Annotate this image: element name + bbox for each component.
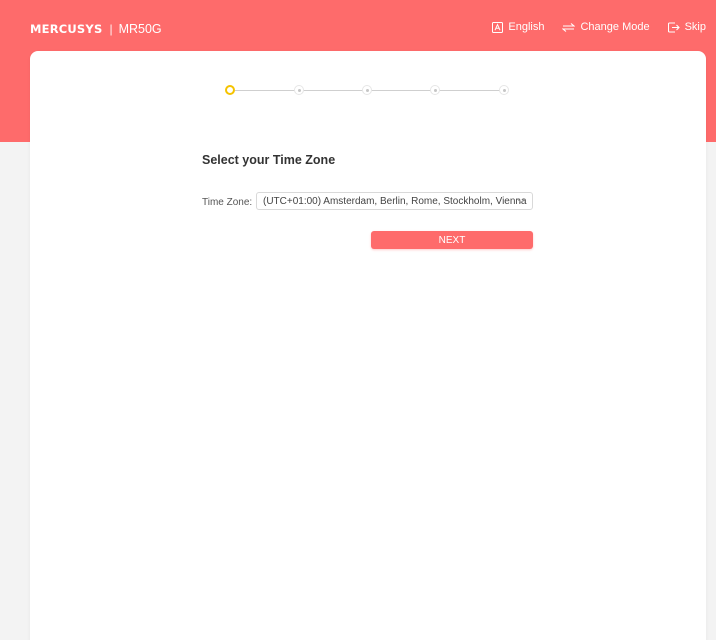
brand-logo: MERCUSYS — [30, 22, 103, 36]
step-connector — [235, 90, 295, 91]
header-actions: English Change Mode Skip — [474, 21, 706, 33]
language-icon — [492, 21, 504, 33]
change-mode-button[interactable]: Change Mode — [562, 21, 650, 33]
step-3 — [362, 85, 372, 95]
brand: MERCUSYS | MR50G — [30, 22, 162, 36]
step-connector — [439, 90, 500, 91]
change-mode-icon — [562, 22, 576, 32]
skip-button[interactable]: Skip — [667, 21, 706, 33]
timezone-selected-value: (UTC+01:00) Amsterdam, Berlin, Rome, Sto… — [263, 195, 527, 207]
chevron-down-icon — [516, 197, 526, 204]
step-connector — [303, 90, 363, 91]
wizard-page: MERCUSYS | MR50G English Change Mode Ski… — [0, 0, 716, 640]
next-button[interactable]: NEXT — [371, 231, 533, 249]
skip-label: Skip — [684, 21, 706, 33]
step-connector — [371, 90, 431, 91]
step-2 — [294, 85, 304, 95]
language-button[interactable]: English — [492, 21, 544, 33]
model-name: MR50G — [118, 22, 162, 36]
timezone-label: Time Zone: — [202, 197, 253, 208]
step-4 — [430, 85, 440, 95]
wizard-card: Select your Time Zone Time Zone: (UTC+01… — [30, 51, 706, 640]
page-title: Select your Time Zone — [202, 153, 336, 167]
change-mode-label: Change Mode — [580, 21, 650, 33]
top-bar: MERCUSYS | MR50G English Change Mode Ski… — [0, 0, 716, 58]
step-5 — [499, 85, 509, 95]
timezone-select[interactable]: (UTC+01:00) Amsterdam, Berlin, Rome, Sto… — [256, 192, 533, 210]
language-label: English — [508, 21, 545, 33]
skip-icon — [667, 21, 680, 33]
brand-separator: | — [109, 22, 113, 36]
progress-stepper — [30, 51, 706, 131]
step-1-current — [225, 85, 235, 95]
